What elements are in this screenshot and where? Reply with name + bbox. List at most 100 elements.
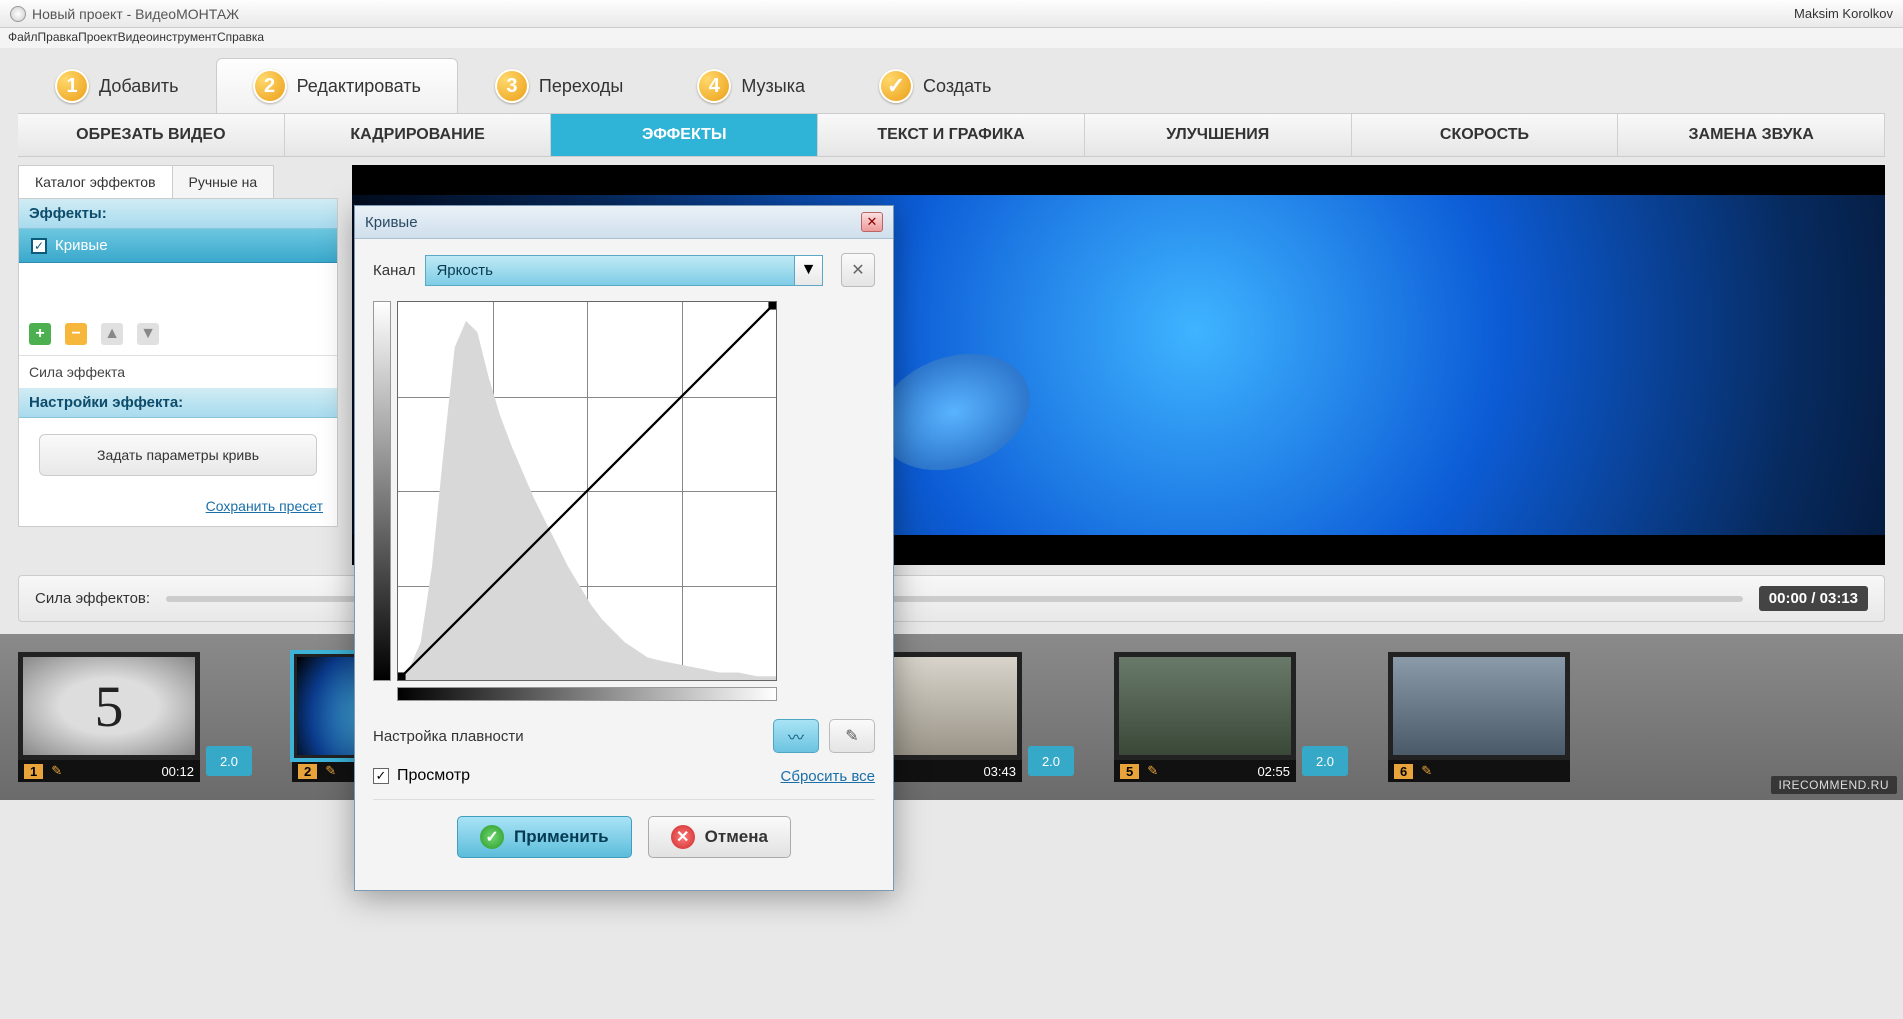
strength-label: Сила эффектов: bbox=[35, 590, 150, 607]
transition-chip[interactable]: 2.0 bbox=[1302, 746, 1348, 776]
menu-project[interactable]: Проект bbox=[78, 30, 118, 46]
set-curve-params-button[interactable]: Задать параметры кривь bbox=[39, 434, 317, 476]
transition-chip[interactable]: 2.0 bbox=[1028, 746, 1074, 776]
effects-panel: Каталог эффектов Ручные на Эффекты: ✓ Кр… bbox=[18, 165, 338, 565]
move-down-button[interactable]: ▼ bbox=[137, 323, 159, 345]
effect-settings-header: Настройки эффекта: bbox=[19, 388, 337, 418]
subtab-audio[interactable]: ЗАМЕНА ЗВУКА bbox=[1618, 114, 1885, 156]
preview-label: Просмотр bbox=[397, 767, 470, 785]
smoothness-label: Настройка плавности bbox=[373, 728, 524, 745]
timeline[interactable]: 5 1✎00:12 2.0 2✎03:13 2.0 3✎03:54 2.0 4✎… bbox=[0, 634, 1903, 800]
effects-header: Эффекты: bbox=[19, 199, 337, 229]
subtab-text[interactable]: ТЕКСТ И ГРАФИКА bbox=[818, 114, 1085, 156]
subtab-speed[interactable]: СКОРОСТЬ bbox=[1352, 114, 1619, 156]
user-name-label: Maksim Korolkov bbox=[1794, 6, 1893, 21]
channel-select[interactable]: Яркость ▼ bbox=[425, 255, 823, 286]
cancel-button[interactable]: ✕ Отмена bbox=[648, 816, 791, 858]
step-transitions[interactable]: 3 Переходы bbox=[458, 58, 660, 113]
channel-label: Канал bbox=[373, 262, 415, 279]
step-music[interactable]: 4 Музыка bbox=[660, 58, 842, 113]
clip-thumbnail: 5 bbox=[23, 657, 195, 755]
curves-dialog: Кривые ✕ Канал Яркость ▼ ✕ bbox=[354, 205, 894, 891]
clip-duration: 03:43 bbox=[983, 764, 1016, 779]
clear-channel-button[interactable]: ✕ bbox=[841, 253, 875, 287]
effect-item-label: Кривые bbox=[55, 237, 108, 254]
subtab-effects[interactable]: ЭФФЕКТЫ bbox=[551, 114, 818, 156]
step-badge-1: 1 bbox=[55, 69, 89, 103]
effect-item-curves[interactable]: ✓ Кривые bbox=[19, 229, 337, 263]
subtab-crop[interactable]: КАДРИРОВАНИЕ bbox=[285, 114, 552, 156]
clip-6[interactable]: 6✎ bbox=[1388, 652, 1570, 782]
clip-5[interactable]: 5 ✎ 02:55 2.0 bbox=[1114, 652, 1348, 782]
clip-index: 2 bbox=[298, 764, 317, 779]
edit-icon[interactable]: ✎ bbox=[1147, 763, 1158, 779]
preview-checkbox[interactable]: ✓ bbox=[373, 768, 389, 784]
dialog-titlebar[interactable]: Кривые ✕ bbox=[355, 206, 893, 239]
clip-duration: 02:55 bbox=[1257, 764, 1290, 779]
smooth-curve-button[interactable]: 〰 bbox=[773, 719, 819, 753]
subtab-enhance[interactable]: УЛУЧШЕНИЯ bbox=[1085, 114, 1352, 156]
menu-videotool[interactable]: Видеоинструмент bbox=[118, 30, 217, 46]
apply-button[interactable]: ✓ Применить bbox=[457, 816, 632, 858]
step-add[interactable]: 1 Добавить bbox=[18, 58, 216, 113]
step-label-1: Добавить bbox=[99, 76, 179, 97]
reset-all-link[interactable]: Сбросить все bbox=[781, 768, 875, 785]
menu-help[interactable]: Справка bbox=[217, 30, 264, 46]
window-title: Новый проект - ВидеоМОНТАЖ bbox=[32, 6, 239, 22]
playhead-time: 00:00 / 03:13 bbox=[1759, 586, 1868, 611]
subtab-trim[interactable]: ОБРЕЗАТЬ ВИДЕО bbox=[18, 114, 285, 156]
tab-effect-catalog[interactable]: Каталог эффектов bbox=[18, 165, 172, 198]
menu-file[interactable]: Файл bbox=[8, 30, 38, 46]
window-titlebar: Новый проект - ВидеоМОНТАЖ Maksim Korolk… bbox=[0, 0, 1903, 28]
apply-button-label: Применить bbox=[514, 827, 609, 847]
global-effects-strength: Сила эффектов: 00:00 / 03:13 bbox=[18, 575, 1885, 622]
clip-index: 5 bbox=[1120, 764, 1139, 779]
checkbox-icon: ✓ bbox=[31, 238, 47, 254]
watermark-label: IRECOMMEND.RU bbox=[1771, 776, 1898, 794]
app-icon bbox=[10, 6, 26, 22]
clip-index: 1 bbox=[24, 764, 43, 779]
chevron-down-icon[interactable]: ▼ bbox=[795, 255, 823, 286]
add-effect-button[interactable]: + bbox=[29, 323, 51, 345]
dialog-title-text: Кривые bbox=[365, 214, 418, 231]
clip-thumbnail bbox=[1119, 657, 1291, 755]
step-label-3: Переходы bbox=[539, 76, 623, 97]
move-up-button[interactable]: ▲ bbox=[101, 323, 123, 345]
save-preset-link[interactable]: Сохранить пресет bbox=[19, 492, 337, 526]
cancel-button-label: Отмена bbox=[705, 827, 768, 847]
step-badge-4: 4 bbox=[697, 69, 731, 103]
clip-index: 6 bbox=[1394, 764, 1413, 779]
edit-icon[interactable]: ✎ bbox=[51, 763, 62, 779]
check-circle-icon: ✓ bbox=[480, 825, 504, 849]
wizard-steps: 1 Добавить 2 Редактировать 3 Переходы 4 Музы… bbox=[0, 48, 1903, 113]
curves-editor[interactable] bbox=[373, 301, 875, 681]
channel-value: Яркость bbox=[425, 255, 795, 286]
step-label-4: Музыка bbox=[741, 76, 805, 97]
step-label-5: Создать bbox=[923, 76, 991, 97]
effects-list-empty bbox=[19, 263, 337, 313]
pencil-curve-button[interactable]: ✎ bbox=[829, 719, 875, 753]
curve-line[interactable] bbox=[398, 302, 776, 680]
output-gradient bbox=[373, 301, 391, 681]
clip-duration: 00:12 bbox=[161, 764, 194, 779]
step-create[interactable]: ✓Создать bbox=[842, 58, 1028, 113]
tab-manual-settings[interactable]: Ручные на bbox=[172, 165, 275, 198]
effect-strength-label: Сила эффекта bbox=[19, 355, 337, 388]
clip-thumbnail bbox=[1393, 657, 1565, 755]
step-badge-3: 3 bbox=[495, 69, 529, 103]
curve-canvas[interactable] bbox=[397, 301, 777, 681]
edit-subtabs: ОБРЕЗАТЬ ВИДЕО КАДРИРОВАНИЕ ЭФФЕКТЫ ТЕКС… bbox=[18, 113, 1885, 157]
input-gradient bbox=[397, 687, 777, 701]
close-circle-icon: ✕ bbox=[671, 825, 695, 849]
close-icon[interactable]: ✕ bbox=[861, 212, 883, 232]
clip-1[interactable]: 5 1 ✎ 00:12 2.0 bbox=[18, 652, 252, 782]
remove-effect-button[interactable]: − bbox=[65, 323, 87, 345]
step-label-2: Редактировать bbox=[297, 76, 421, 97]
step-edit[interactable]: 2 Редактировать bbox=[216, 58, 458, 113]
menu-bar: Файл Правка Проект Видеоинструмент Справ… bbox=[0, 28, 1903, 48]
menu-edit[interactable]: Правка bbox=[38, 30, 79, 46]
edit-icon[interactable]: ✎ bbox=[325, 763, 336, 779]
step-badge-2: 2 bbox=[253, 69, 287, 103]
transition-chip[interactable]: 2.0 bbox=[206, 746, 252, 776]
edit-icon[interactable]: ✎ bbox=[1421, 763, 1432, 779]
